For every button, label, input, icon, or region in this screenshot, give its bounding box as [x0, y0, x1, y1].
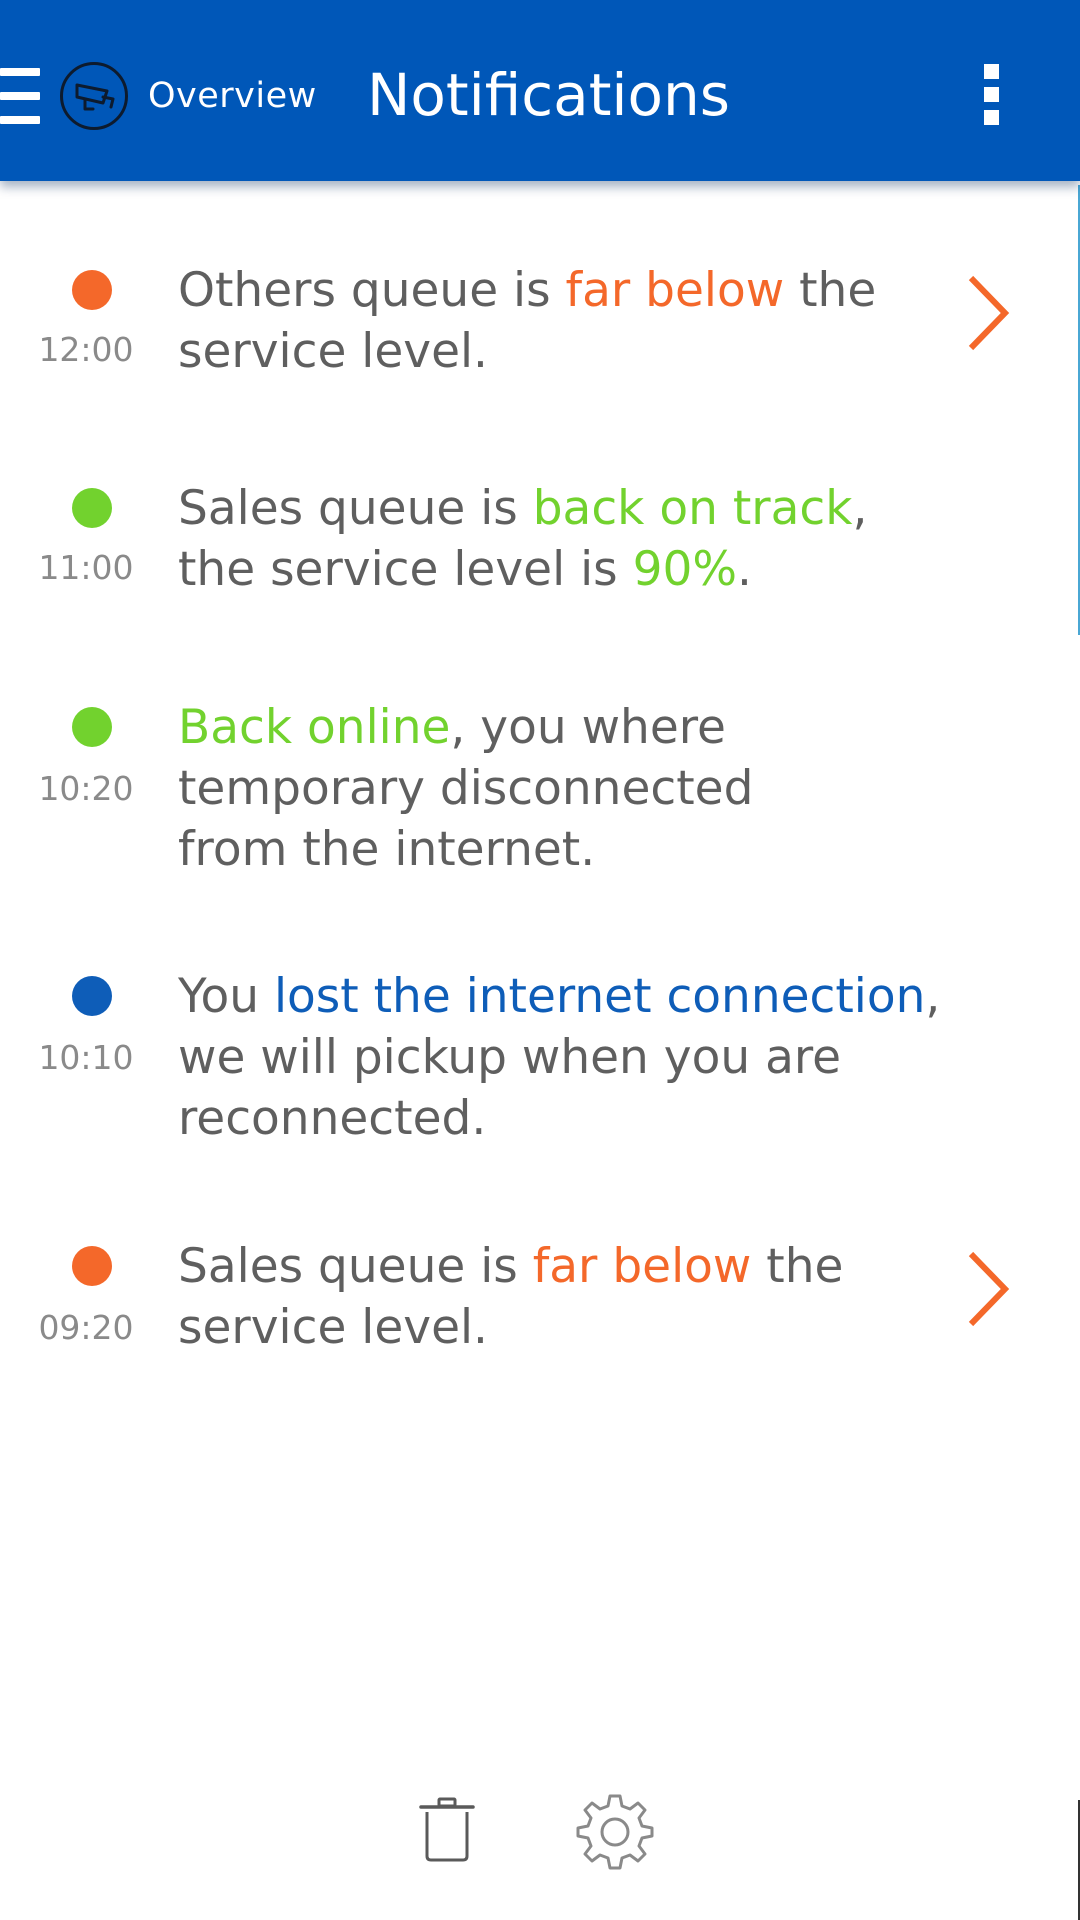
notification-message: Back online, you where temporary disconn…	[178, 700, 754, 877]
message-highlight: 90%	[632, 542, 738, 597]
chevron-right-icon[interactable]	[965, 274, 1011, 352]
message-highlight: far below	[532, 1239, 752, 1294]
overview-label: Overview	[148, 76, 317, 116]
app-header: Overview Notifications	[0, 0, 1080, 181]
queue-camera-logo-icon	[60, 62, 128, 130]
chevron-right-icon[interactable]	[965, 1250, 1011, 1328]
status-dot-icon	[72, 488, 112, 528]
trash-icon[interactable]	[418, 1796, 476, 1864]
message-highlight: Back online	[178, 700, 451, 755]
notification-time: 12:00	[38, 330, 134, 369]
notification-message: Others queue is far below the service le…	[178, 263, 877, 379]
status-dot-icon	[72, 1246, 112, 1286]
notification-time: 10:20	[38, 769, 134, 808]
notification-message: You lost the internet connection, we wil…	[178, 969, 941, 1146]
settings-gear-icon[interactable]	[576, 1792, 654, 1870]
message-highlight: back on track	[532, 481, 853, 536]
status-dot-icon	[72, 976, 112, 1016]
notification-message: Sales queue is far below the service lev…	[178, 1239, 844, 1355]
notification-message: Sales queue is back on track, the servic…	[178, 481, 868, 597]
menu-icon[interactable]	[0, 68, 40, 126]
notification-time: 11:00	[38, 548, 134, 587]
status-dot-icon	[72, 707, 112, 747]
message-highlight: far below	[565, 263, 785, 318]
notification-time: 09:20	[38, 1308, 134, 1347]
page-title: Notifications	[367, 61, 731, 129]
overview-button[interactable]: Overview	[60, 60, 317, 132]
overflow-menu-icon[interactable]	[982, 64, 1002, 126]
message-highlight: lost the internet connection	[273, 969, 926, 1024]
status-dot-icon	[72, 270, 112, 310]
notification-time: 10:10	[38, 1038, 134, 1077]
